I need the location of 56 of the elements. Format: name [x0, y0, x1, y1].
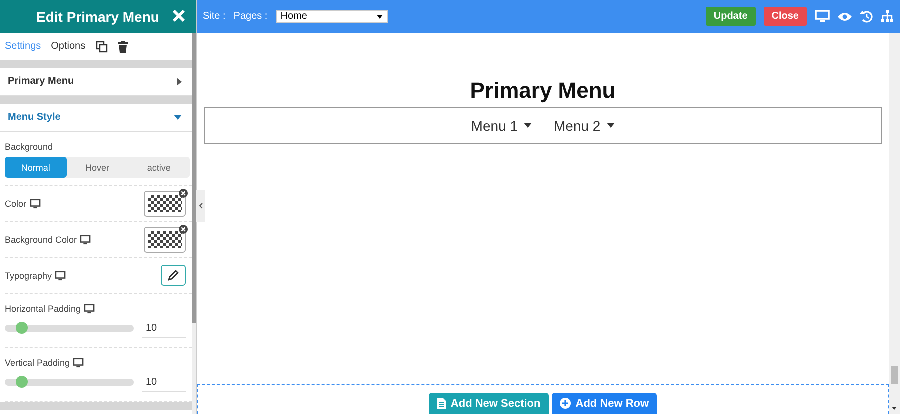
page-select[interactable]: Home [276, 10, 388, 23]
field-label: Background [5, 142, 54, 152]
chevron-left-icon [198, 203, 202, 209]
field-label: Background Color [5, 234, 78, 244]
caret-down-icon [376, 14, 383, 18]
field-label: Vertical Padding [5, 358, 70, 368]
slider-thumb[interactable] [16, 322, 28, 334]
panel-tab[interactable]: Settings [5, 41, 42, 52]
slider-thumb[interactable] [16, 376, 28, 388]
state-tab[interactable]: Hover [66, 157, 128, 178]
trash-icon[interactable] [118, 40, 128, 52]
sitemap-icon[interactable] [881, 10, 894, 23]
caret-down-icon [524, 123, 532, 128]
field-label: Horizontal Padding [5, 304, 82, 314]
add-section-button[interactable]: Add New Section [428, 393, 549, 414]
scrollbar-thumb[interactable] [192, 33, 196, 323]
update-button[interactable]: Update [706, 7, 756, 26]
slider-track[interactable] [5, 379, 134, 386]
caret-down-icon [606, 123, 615, 128]
site-label: Site : [203, 11, 226, 22]
color-swatch[interactable] [144, 226, 186, 252]
eye-icon[interactable] [838, 12, 852, 22]
clear-icon[interactable] [179, 188, 188, 198]
clear-icon[interactable] [179, 224, 188, 234]
copy-icon[interactable] [96, 40, 108, 52]
caret-right-icon [177, 78, 182, 86]
plus-circle-icon [560, 398, 571, 409]
monitor-icon[interactable] [815, 10, 830, 23]
field-label: Color [5, 198, 27, 208]
collapse-handle[interactable] [196, 190, 205, 222]
menu-heading: Primary Menu [469, 78, 617, 104]
monitor-icon [55, 270, 66, 280]
state-tab[interactable]: Normal [5, 157, 67, 178]
close-icon[interactable] [172, 9, 186, 23]
panel-tab[interactable]: Options [51, 41, 86, 52]
field-label: Typography [5, 270, 52, 280]
monitor-icon [80, 234, 92, 244]
monitor-icon [73, 358, 84, 368]
close-button[interactable]: Close [764, 7, 807, 26]
slider-track[interactable] [5, 325, 134, 332]
scrollbar-thumb[interactable] [891, 366, 898, 384]
pages-label: Pages : [234, 11, 268, 22]
panel-title: Edit Primary Menu [36, 8, 160, 24]
add-row-button[interactable]: Add New Row [552, 393, 658, 414]
history-icon[interactable] [860, 10, 873, 23]
edit-button[interactable] [161, 265, 186, 286]
monitor-icon [30, 198, 41, 208]
color-swatch[interactable] [144, 190, 186, 216]
scroll-down-icon[interactable] [892, 407, 897, 410]
menu-item[interactable]: Menu 1 [471, 118, 518, 134]
monitor-icon [84, 304, 96, 314]
document-icon [436, 398, 446, 409]
caret-down-icon [174, 115, 182, 120]
state-tab[interactable]: active [128, 157, 190, 178]
pencil-icon [168, 270, 179, 281]
menu-item[interactable]: Menu 2 [554, 118, 601, 134]
